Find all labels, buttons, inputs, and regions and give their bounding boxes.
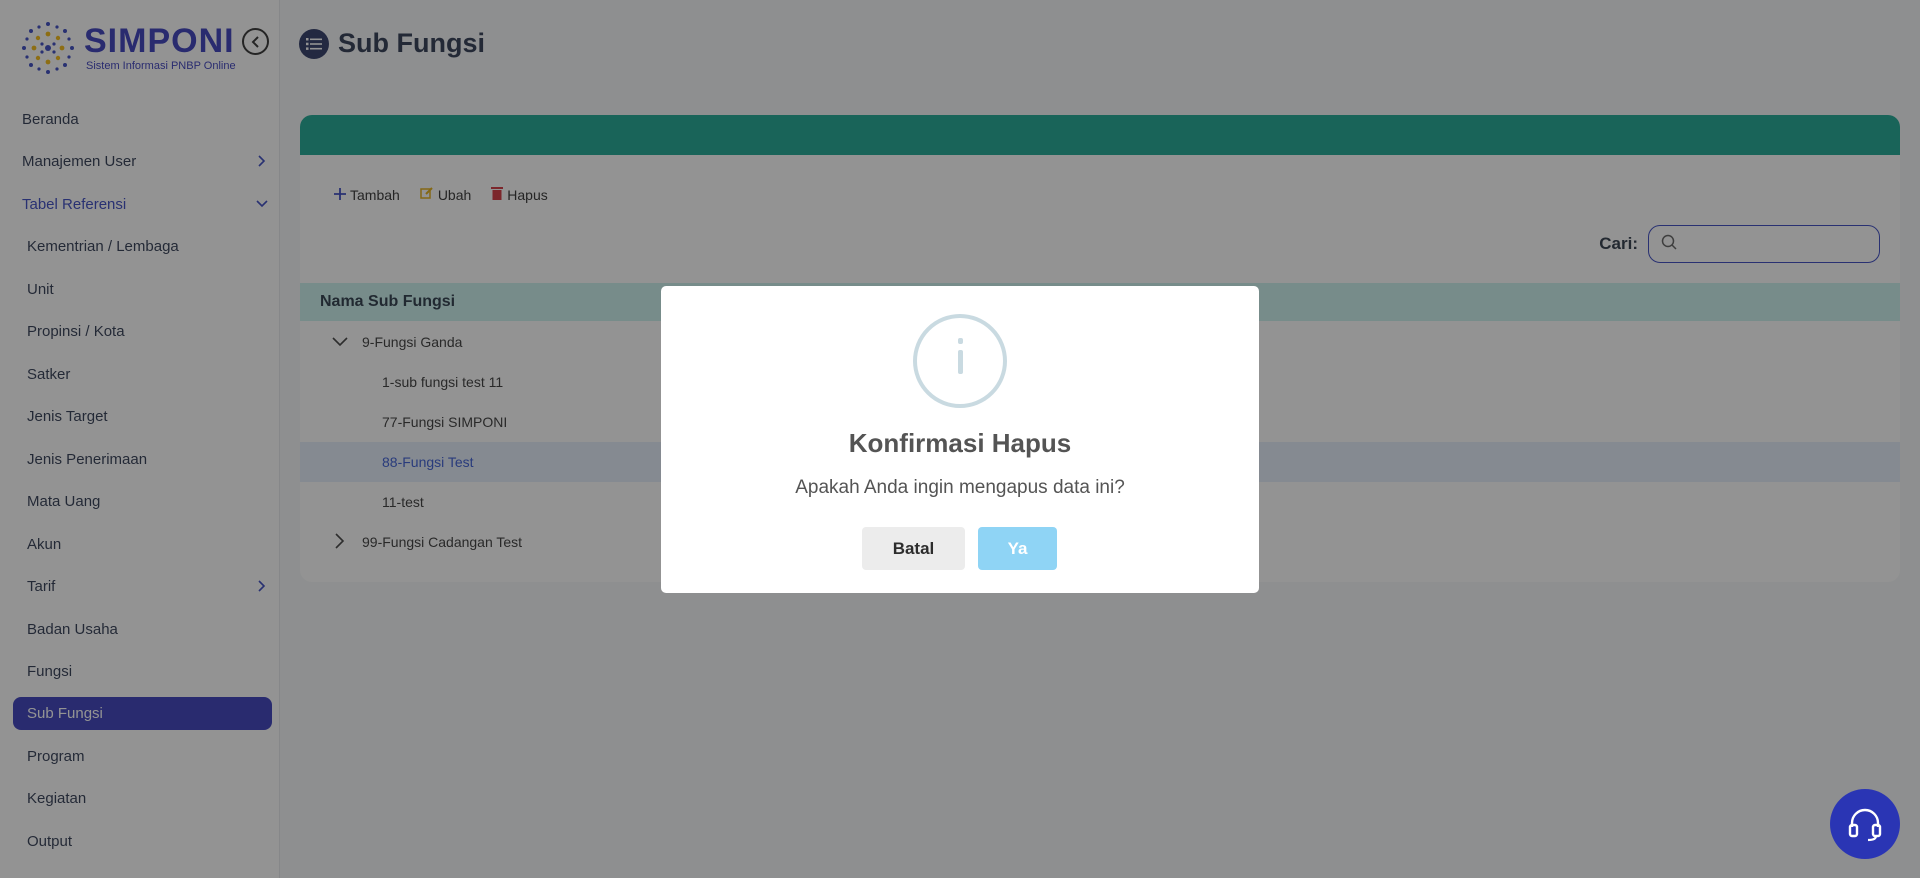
- info-icon: [913, 314, 1007, 408]
- dialog-title: Konfirmasi Hapus: [848, 428, 1072, 458]
- cancel-button[interactable]: Batal: [862, 527, 965, 570]
- dialog-message: Apakah Anda ingin mengapus data ini?: [795, 477, 1125, 498]
- confirm-button[interactable]: Ya: [978, 527, 1057, 570]
- confirm-delete-dialog: Konfirmasi Hapus Apakah Anda ingin menga…: [661, 286, 1259, 593]
- support-chat-button[interactable]: [1830, 789, 1900, 859]
- headset-icon: [1848, 808, 1882, 842]
